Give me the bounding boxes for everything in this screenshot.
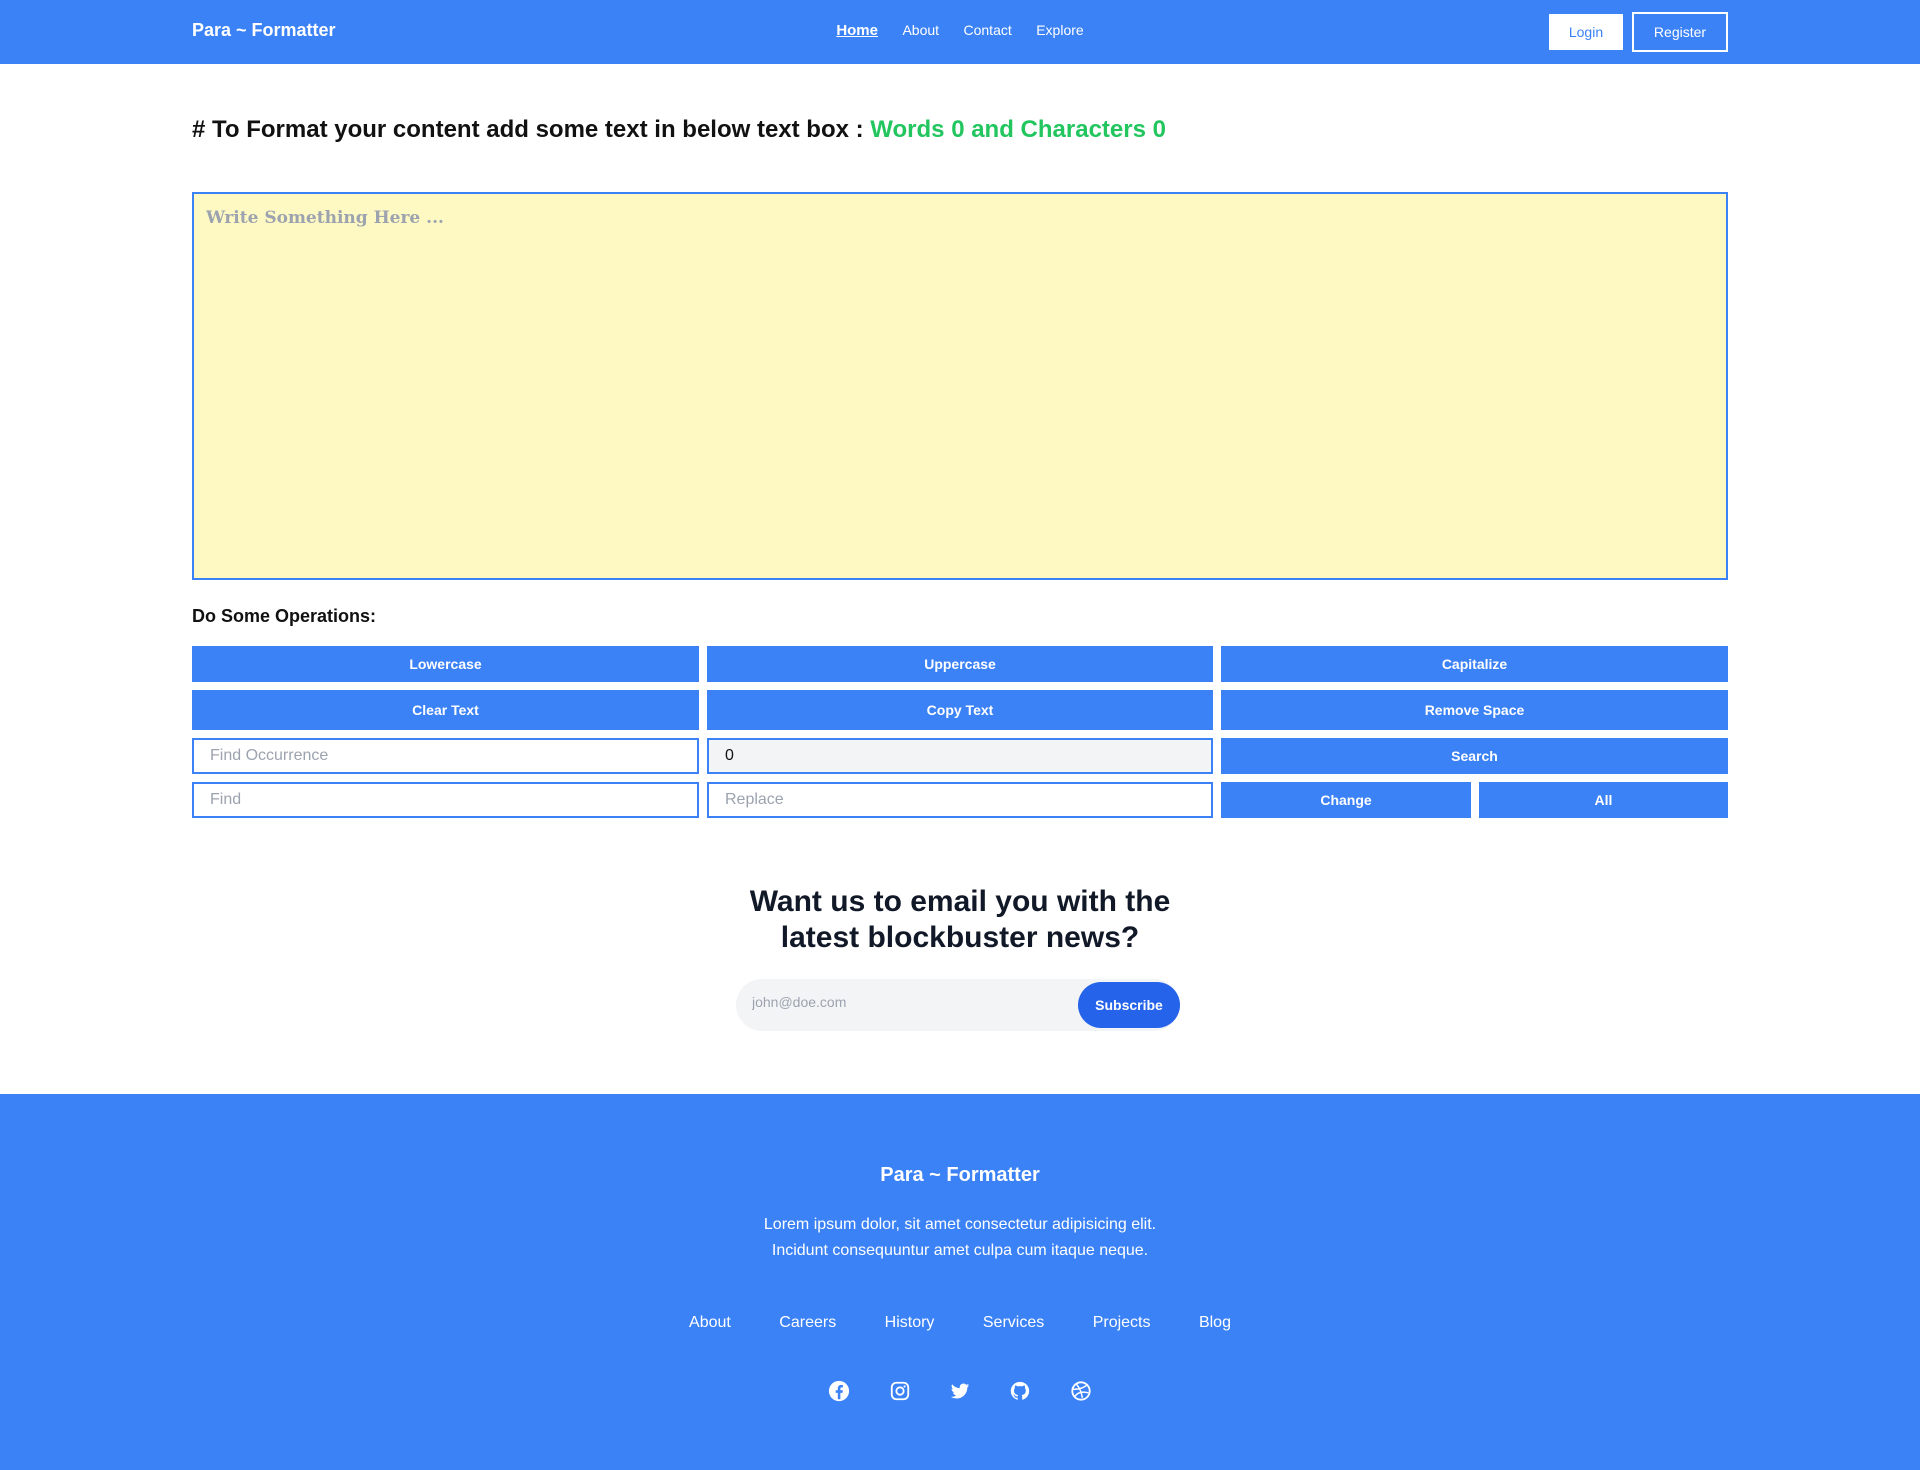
editor-box (192, 192, 1728, 580)
nav-link-explore[interactable]: Explore (1036, 22, 1083, 38)
replace-all-button[interactable]: All (1479, 782, 1728, 818)
find-occurrence-input[interactable] (210, 747, 697, 765)
footer-desc-line2: Incidunt consequuntur amet culpa cum ita… (771, 1242, 1149, 1259)
nav-link-home[interactable]: Home (836, 22, 878, 39)
change-button[interactable]: Change (1221, 782, 1471, 818)
find-input[interactable] (210, 791, 697, 809)
newsletter-title-line2: latest blockbuster news? (780, 921, 1140, 954)
newsletter-title-line1: Want us to email you with the (749, 885, 1171, 918)
footer-link-careers[interactable]: Careers (779, 1314, 836, 1332)
operations-title: Do Some Operations: (192, 606, 377, 626)
footer-brand: Para ~ Formatter (880, 1164, 1040, 1186)
footer-link-services[interactable]: Services (983, 1314, 1044, 1332)
facebook-icon[interactable] (828, 1380, 850, 1402)
twitter-icon[interactable] (949, 1380, 971, 1402)
find-field (192, 782, 699, 818)
footer: Para ~ Formatter Lorem ipsum dolor, sit … (0, 1094, 1920, 1470)
navbar: Para ~ Formatter Home About Contact Expl… (0, 0, 1920, 64)
nav-link-contact[interactable]: Contact (964, 22, 1012, 38)
word-char-count: Words 0 and Characters 0 (870, 116, 1166, 143)
search-button[interactable]: Search (1221, 738, 1728, 774)
page-heading: # To Format your content add some text i… (192, 116, 1166, 144)
clear-text-button[interactable]: Clear Text (192, 690, 699, 730)
find-occurrence-field (192, 738, 699, 774)
instagram-icon[interactable] (889, 1380, 911, 1402)
occurrence-count-field: 0 (707, 738, 1213, 774)
heading-text: # To Format your content add some text i… (192, 116, 871, 143)
social-links (0, 1380, 1920, 1402)
footer-link-projects[interactable]: Projects (1093, 1314, 1151, 1332)
dribbble-icon[interactable] (1070, 1380, 1092, 1402)
footer-link-about[interactable]: About (689, 1314, 731, 1332)
newsletter-title: Want us to email you with the latest blo… (0, 884, 1920, 956)
text-editor[interactable] (206, 208, 1714, 564)
footer-links: About Careers History Services Projects … (0, 1314, 1920, 1332)
replace-input[interactable] (725, 791, 1211, 809)
email-input[interactable] (752, 994, 1072, 1010)
footer-link-blog[interactable]: Blog (1199, 1314, 1231, 1332)
subscribe-button[interactable]: Subscribe (1078, 982, 1180, 1028)
occurrence-count: 0 (725, 747, 734, 764)
uppercase-button[interactable]: Uppercase (707, 646, 1213, 682)
register-button[interactable]: Register (1632, 12, 1728, 52)
replace-field (707, 782, 1213, 818)
login-button[interactable]: Login (1549, 14, 1623, 50)
github-icon[interactable] (1009, 1380, 1031, 1402)
lowercase-button[interactable]: Lowercase (192, 646, 699, 682)
copy-text-button[interactable]: Copy Text (707, 690, 1213, 730)
remove-space-button[interactable]: Remove Space (1221, 690, 1728, 730)
nav-link-about[interactable]: About (902, 22, 939, 38)
capitalize-button[interactable]: Capitalize (1221, 646, 1728, 682)
footer-link-history[interactable]: History (885, 1314, 935, 1332)
footer-desc-line1: Lorem ipsum dolor, sit amet consectetur … (763, 1216, 1157, 1233)
footer-description: Lorem ipsum dolor, sit amet consectetur … (0, 1212, 1920, 1264)
